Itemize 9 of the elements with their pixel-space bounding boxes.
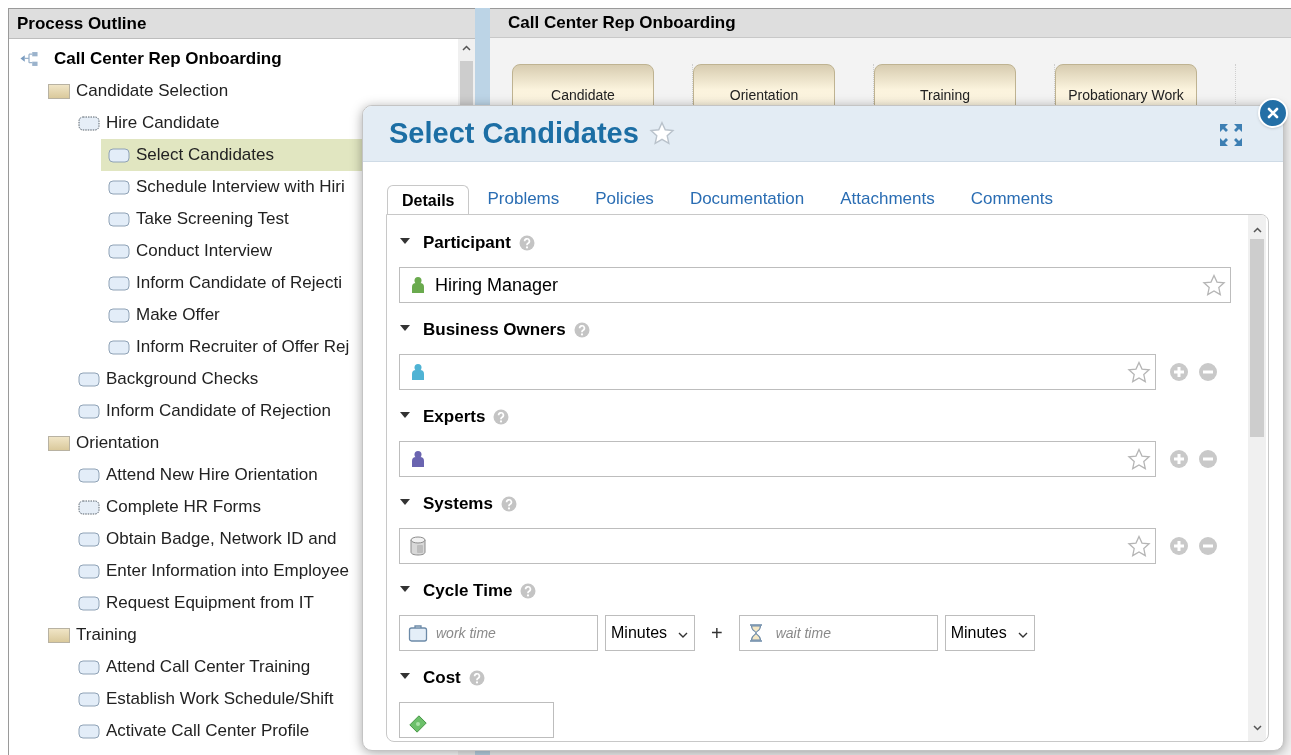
section-label: Experts	[423, 406, 486, 429]
section-label: Business Owners	[423, 319, 566, 342]
panel-title: Process Outline	[17, 12, 147, 35]
section-label: Cost	[423, 667, 461, 690]
section-label: Cycle Time	[423, 580, 513, 603]
section-label: Systems	[423, 493, 493, 516]
section-label: Participant	[423, 232, 511, 255]
panel-title: Call Center Rep Onboarding	[508, 12, 736, 35]
plus-sign: +	[711, 621, 723, 646]
